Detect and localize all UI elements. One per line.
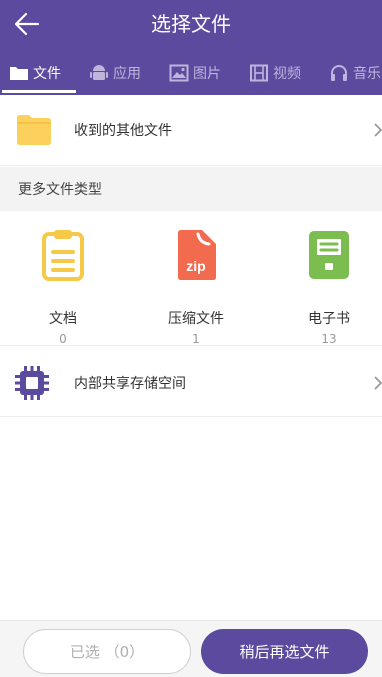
arrow-left-icon <box>14 12 40 36</box>
app-header: 选择文件 文件 应用 图片 视频 音乐 <box>0 0 382 95</box>
tab-videos[interactable]: 视频 <box>249 55 301 91</box>
tab-files[interactable]: 文件 <box>9 55 61 91</box>
tab-music[interactable]: 音乐 <box>329 55 381 91</box>
file-types-grid: 文档 0 zip 压缩文件 1 电子书 13 <box>0 211 382 346</box>
folder-icon <box>17 115 51 145</box>
tab-label: 图片 <box>193 66 221 82</box>
internal-storage-row[interactable]: 内部共享存储空间 <box>0 347 382 417</box>
chip-icon <box>15 366 49 400</box>
type-documents[interactable]: 文档 0 <box>15 229 111 346</box>
type-count: 0 <box>59 332 67 346</box>
type-archives[interactable]: zip 压缩文件 1 <box>148 229 244 346</box>
page-title: 选择文件 <box>151 12 231 36</box>
tab-bar: 文件 应用 图片 视频 音乐 <box>0 55 382 93</box>
headphones-icon <box>331 65 347 81</box>
tab-label: 文件 <box>33 66 61 82</box>
selected-count-button[interactable]: 已选 （0） <box>23 629 191 674</box>
type-ebooks[interactable]: 电子书 13 <box>281 229 377 346</box>
more-types-title: 更多文件类型 <box>18 182 102 198</box>
type-name: 文档 <box>49 311 77 327</box>
zip-file-icon: zip <box>178 230 216 280</box>
ebook-icon <box>309 231 349 279</box>
clipboard-document-icon <box>42 230 84 281</box>
back-button[interactable] <box>10 8 44 40</box>
android-icon <box>90 65 108 80</box>
type-count: 1 <box>192 332 200 346</box>
tab-label: 视频 <box>273 66 301 82</box>
zip-badge-text: zip <box>186 258 205 274</box>
chevron-right-icon <box>374 123 382 137</box>
received-files-row[interactable]: 收到的其他文件 <box>0 95 382 166</box>
file-picker-screen: 选择文件 文件 应用 图片 视频 音乐 收到的其他文件 更多文件类型 文档 0 … <box>0 0 382 677</box>
tab-label: 应用 <box>113 66 141 82</box>
folder-icon <box>10 67 28 80</box>
internal-storage-label: 内部共享存储空间 <box>74 376 186 392</box>
received-files-label: 收到的其他文件 <box>74 123 172 139</box>
bottom-action-bar: 已选 （0） 稍后再选文件 <box>0 620 382 677</box>
type-name: 电子书 <box>308 311 350 327</box>
tab-label: 音乐 <box>353 66 381 82</box>
film-icon <box>250 64 268 82</box>
more-types-header: 更多文件类型 <box>0 167 382 211</box>
image-icon <box>169 64 189 82</box>
active-tab-indicator <box>2 90 76 93</box>
choose-later-button[interactable]: 稍后再选文件 <box>201 629 368 674</box>
chevron-right-icon <box>374 376 382 390</box>
type-name: 压缩文件 <box>168 311 224 327</box>
tab-apps[interactable]: 应用 <box>89 55 141 91</box>
tab-images[interactable]: 图片 <box>169 55 221 91</box>
type-count: 13 <box>321 332 337 346</box>
